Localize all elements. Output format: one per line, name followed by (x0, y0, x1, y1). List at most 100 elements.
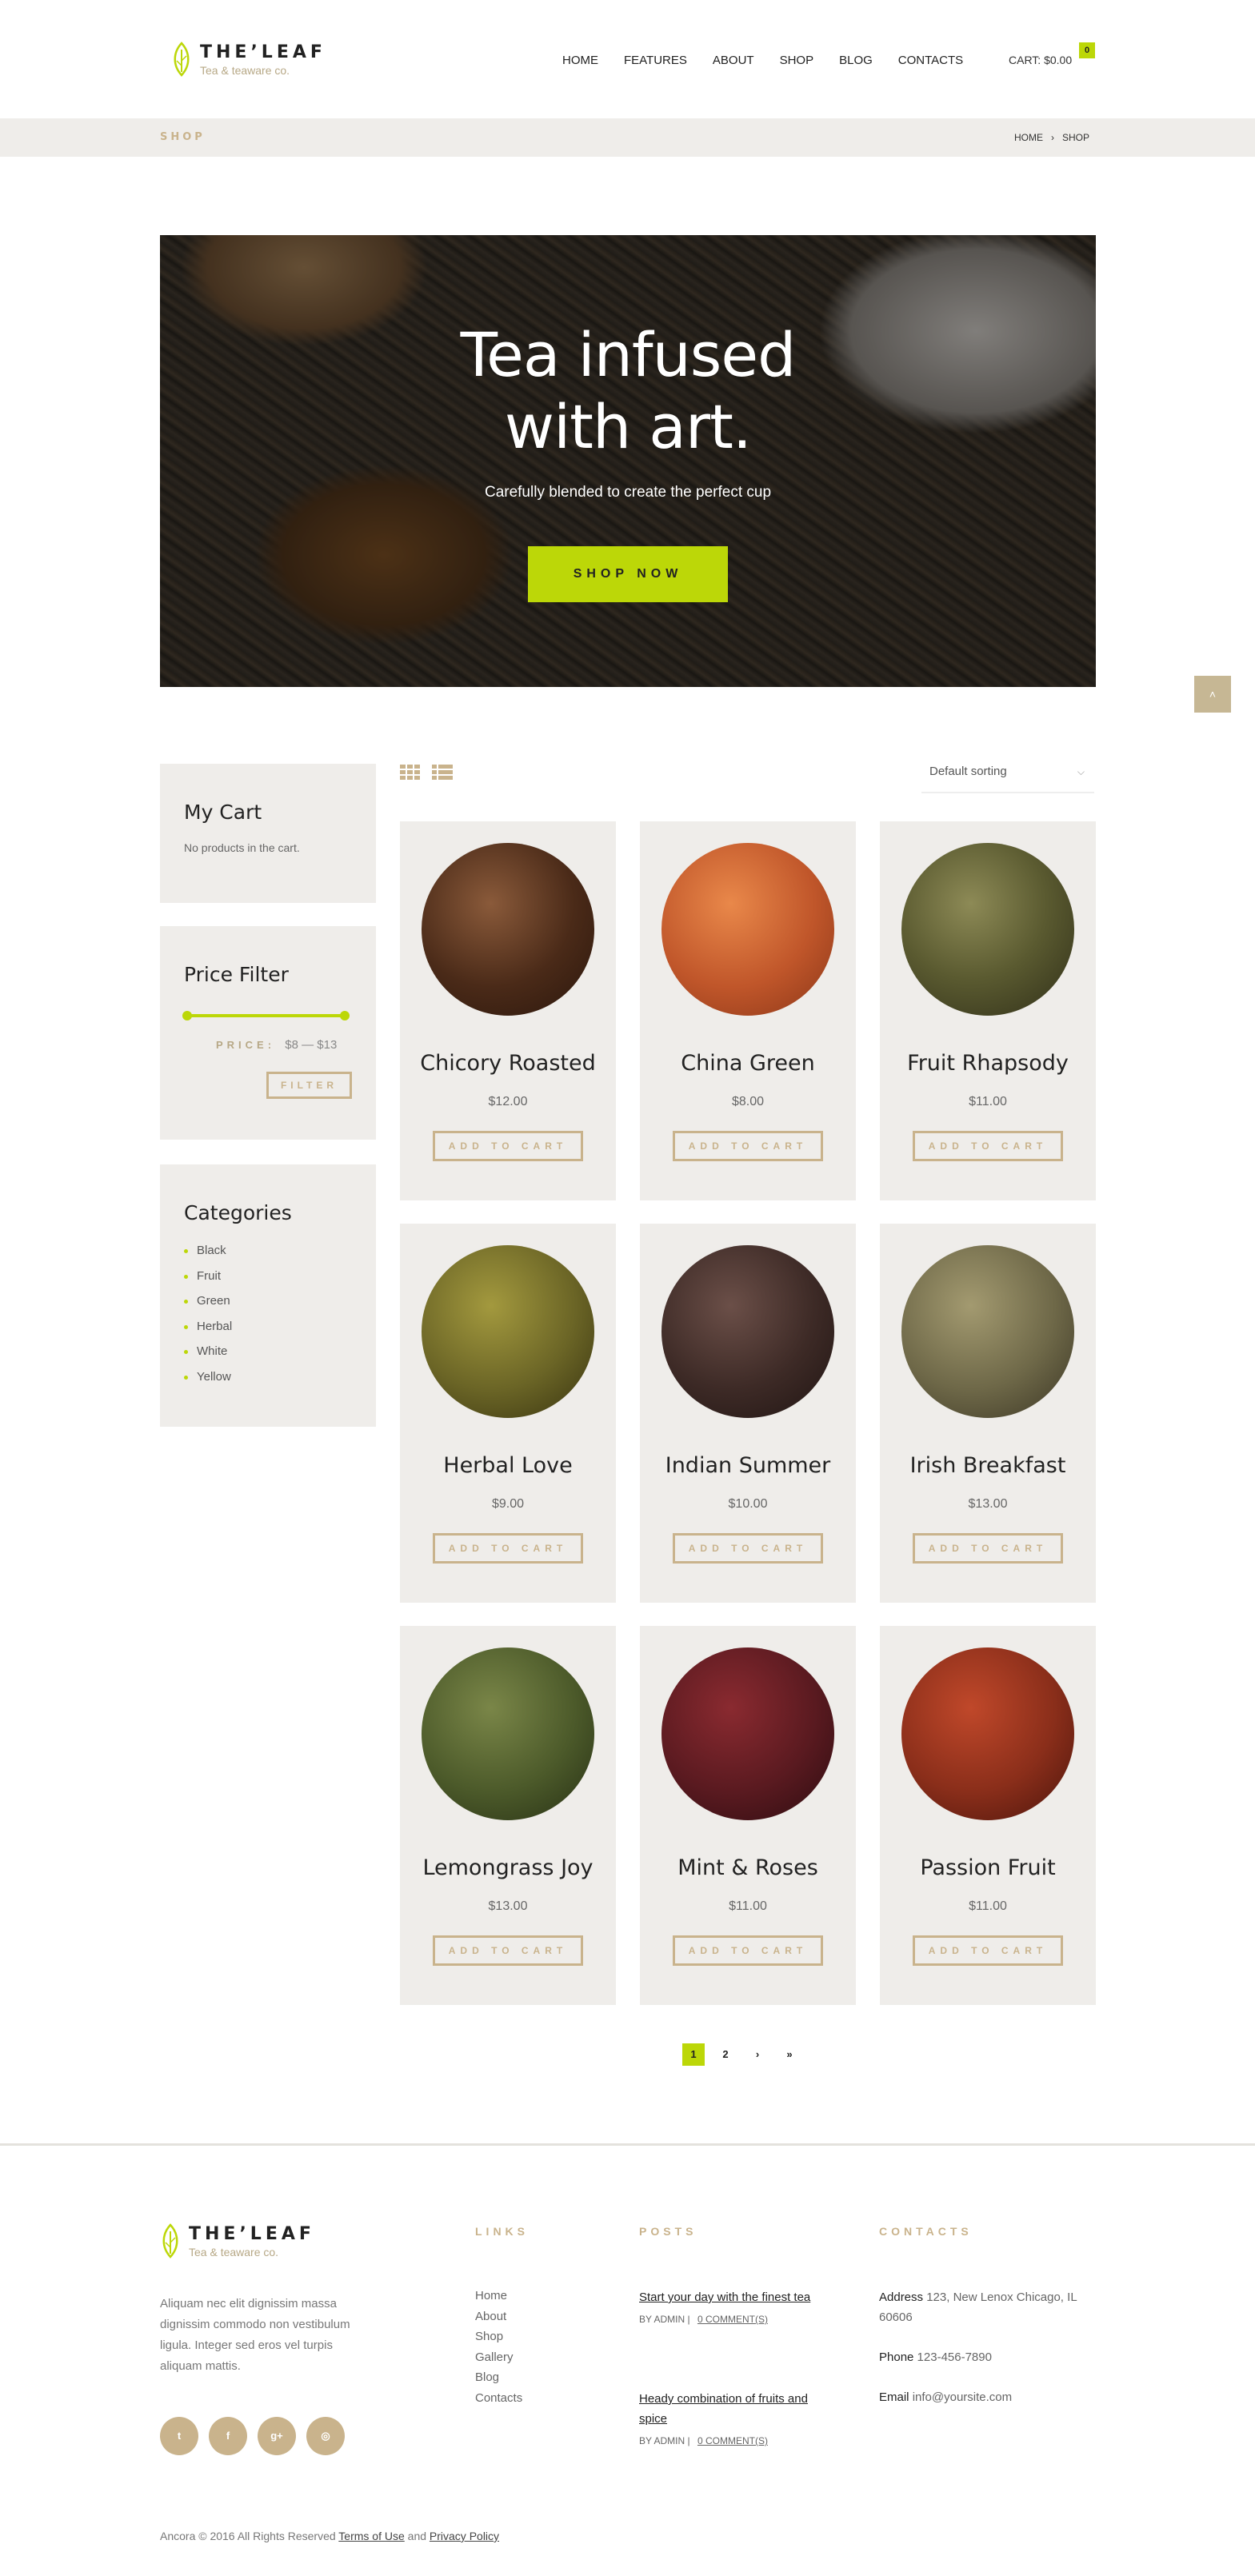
product-title[interactable]: China Green (640, 1051, 856, 1076)
add-to-cart-button[interactable]: ADD TO CART (913, 1533, 1063, 1564)
product-title[interactable]: Chicory Roasted (400, 1051, 616, 1076)
product-image[interactable] (422, 1647, 594, 1820)
product-title[interactable]: Indian Summer (640, 1453, 856, 1478)
product-card[interactable]: China Green $8.00 ADD TO CART (640, 821, 856, 1200)
site-logo[interactable]: THE’LEAF Tea & teaware co. (171, 42, 326, 77)
price-max: $13 (317, 1038, 338, 1052)
phone-value: 123-456-7890 (917, 2350, 992, 2364)
contact-email: Email info@yoursite.com (879, 2387, 1087, 2407)
category-item[interactable]: Green (184, 1294, 352, 1320)
last-page-link[interactable]: » (778, 2043, 801, 2066)
product-image[interactable] (661, 843, 834, 1016)
product-card[interactable]: Herbal Love $9.00 ADD TO CART (400, 1224, 616, 1603)
footer-link[interactable]: Home (475, 2289, 522, 2310)
footer-logo[interactable]: THE’LEAF Tea & teaware co. (160, 2223, 315, 2258)
sort-selected-value: Default sorting (929, 765, 1007, 778)
hero-title-line1: Tea infused (460, 319, 797, 390)
nav-features[interactable]: FEATURES (624, 54, 687, 67)
price-slider-max-handle[interactable] (340, 1011, 350, 1020)
footer-link[interactable]: Blog (475, 2370, 522, 2391)
category-item[interactable]: Herbal (184, 1320, 352, 1345)
product-image[interactable] (661, 1647, 834, 1820)
breadcrumb-home[interactable]: HOME (1014, 132, 1043, 143)
add-to-cart-button[interactable]: ADD TO CART (673, 1131, 823, 1161)
category-item[interactable]: Fruit (184, 1269, 352, 1295)
back-to-top-button[interactable]: ˄ (1194, 676, 1231, 713)
category-item[interactable]: Black (184, 1244, 352, 1269)
category-item[interactable]: White (184, 1344, 352, 1370)
instagram-icon[interactable]: ◎ (306, 2417, 345, 2455)
product-card[interactable]: Irish Breakfast $13.00 ADD TO CART (880, 1224, 1096, 1603)
privacy-link[interactable]: Privacy Policy (430, 2530, 499, 2542)
product-image[interactable] (661, 1245, 834, 1418)
footer-post-title[interactable]: Heady combination of fruits and spice (639, 2389, 815, 2429)
list-view-icon[interactable] (432, 765, 453, 781)
site-header: THE’LEAF Tea & teaware co. HOME FEATURES… (0, 0, 1255, 118)
product-price: $10.00 (728, 1497, 768, 1511)
nav-blog[interactable]: BLOG (839, 54, 873, 67)
footer-link[interactable]: Contacts (475, 2391, 522, 2412)
facebook-icon[interactable]: f (209, 2417, 247, 2455)
product-image[interactable] (901, 1245, 1074, 1418)
product-card[interactable]: Lemongrass Joy $13.00 ADD TO CART (400, 1626, 616, 2005)
add-to-cart-button[interactable]: ADD TO CART (433, 1131, 583, 1161)
product-card[interactable]: Passion Fruit $11.00 ADD TO CART (880, 1626, 1096, 2005)
footer-post-meta: BY ADMIN | 0 COMMENT(S) (639, 2435, 815, 2446)
price-slider[interactable] (182, 1011, 350, 1020)
product-title[interactable]: Irish Breakfast (880, 1453, 1096, 1478)
add-to-cart-button[interactable]: ADD TO CART (433, 1533, 583, 1564)
add-to-cart-button[interactable]: ADD TO CART (433, 1935, 583, 1966)
shop-now-button[interactable]: SHOP NOW (528, 546, 728, 602)
post-author: BY ADMIN (639, 2435, 685, 2446)
product-card[interactable]: Indian Summer $10.00 ADD TO CART (640, 1224, 856, 1603)
nav-contacts[interactable]: CONTACTS (898, 54, 963, 67)
grid-view-icon[interactable] (400, 765, 421, 781)
twitter-icon[interactable]: t (160, 2417, 198, 2455)
next-page-link[interactable]: › (746, 2043, 769, 2066)
post-comments-link[interactable]: 0 COMMENT(S) (697, 2314, 768, 2325)
email-value[interactable]: info@yoursite.com (913, 2390, 1012, 2404)
product-title[interactable]: Lemongrass Joy (400, 1855, 616, 1880)
sort-select[interactable]: Default sorting ⌵ (921, 758, 1094, 793)
add-to-cart-button[interactable]: ADD TO CART (913, 1935, 1063, 1966)
product-card[interactable]: Mint & Roses $11.00 ADD TO CART (640, 1626, 856, 2005)
product-image[interactable] (901, 843, 1074, 1016)
product-price: $11.00 (969, 1095, 1007, 1108)
product-title[interactable]: Fruit Rhapsody (880, 1051, 1096, 1076)
product-title[interactable]: Mint & Roses (640, 1855, 856, 1880)
add-to-cart-button[interactable]: ADD TO CART (673, 1935, 823, 1966)
page-1-link[interactable]: 1 (682, 2043, 705, 2066)
copyright-text: Ancora © 2016 All Rights Reserved (160, 2530, 336, 2542)
cart-link[interactable]: CART: $0.00 (1009, 54, 1072, 66)
cart-widget: My Cart No products in the cart. (160, 764, 376, 903)
footer-link[interactable]: About (475, 2310, 522, 2330)
product-card[interactable]: Fruit Rhapsody $11.00 ADD TO CART (880, 821, 1096, 1200)
page-2-link[interactable]: 2 (714, 2043, 737, 2066)
post-author: BY ADMIN (639, 2314, 685, 2325)
chevron-down-icon: ⌵ (1077, 766, 1085, 777)
filter-button[interactable]: FILTER (266, 1072, 352, 1099)
category-item[interactable]: Yellow (184, 1370, 352, 1396)
footer-link[interactable]: Shop (475, 2330, 522, 2350)
product-card[interactable]: Chicory Roasted $12.00 ADD TO CART (400, 821, 616, 1200)
google-plus-icon[interactable]: g+ (258, 2417, 296, 2455)
copyright: Ancora © 2016 All Rights Reserved Terms … (160, 2530, 499, 2542)
footer-link[interactable]: Gallery (475, 2350, 522, 2371)
nav-home[interactable]: HOME (562, 54, 598, 67)
nav-about[interactable]: ABOUT (713, 54, 754, 67)
product-title[interactable]: Passion Fruit (880, 1855, 1096, 1880)
post-comments-link[interactable]: 0 COMMENT(S) (697, 2435, 768, 2446)
add-to-cart-button[interactable]: ADD TO CART (913, 1131, 1063, 1161)
product-price: $9.00 (491, 1497, 525, 1511)
nav-shop[interactable]: SHOP (780, 54, 814, 67)
product-title[interactable]: Herbal Love (400, 1453, 616, 1478)
hero-subtitle: Carefully blended to create the perfect … (484, 484, 772, 501)
product-image[interactable] (422, 843, 594, 1016)
terms-link[interactable]: Terms of Use (338, 2530, 404, 2542)
categories-title: Categories (184, 1201, 292, 1224)
footer-post-title[interactable]: Start your day with the finest tea (639, 2287, 815, 2307)
product-image[interactable] (422, 1245, 594, 1418)
add-to-cart-button[interactable]: ADD TO CART (673, 1533, 823, 1564)
price-slider-min-handle[interactable] (182, 1011, 192, 1020)
product-image[interactable] (901, 1647, 1074, 1820)
